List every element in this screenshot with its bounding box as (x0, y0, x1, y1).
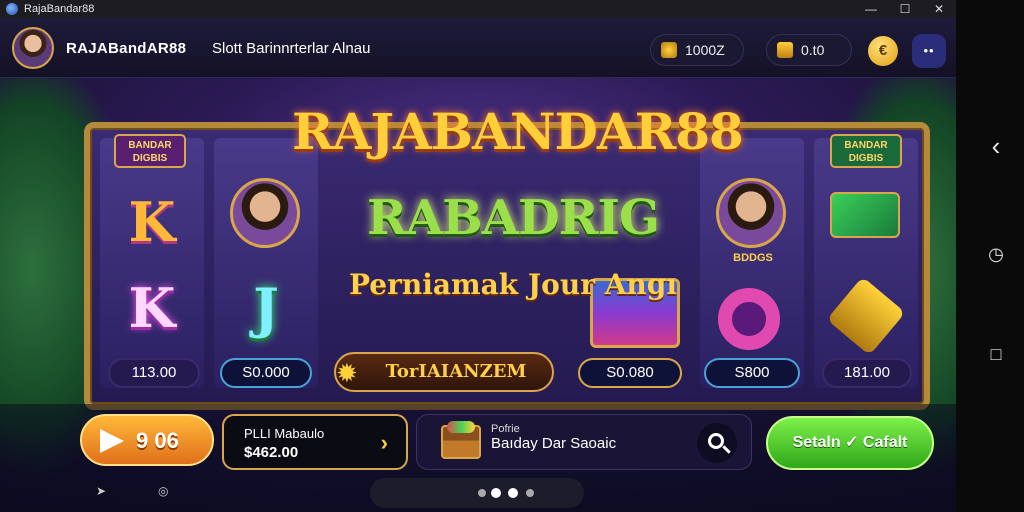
maximize-button[interactable]: ☐ (888, 0, 922, 18)
game-screen: RAJABandAR88 Slott Barinnrterlar Alnau 1… (0, 18, 956, 512)
center-banner-text: TorIAIANZEM (385, 361, 527, 382)
reel-value-2: S0.000 (220, 358, 312, 388)
window-controls: — ☐ ✕ (854, 0, 956, 18)
reel-value-4: S800 (704, 358, 800, 388)
symbol-k-top: K (128, 190, 176, 254)
reel-value-3: S0.080 (578, 358, 682, 388)
gems-icon (447, 421, 475, 433)
balance-pill-2[interactable]: 0.t0 (766, 34, 852, 66)
android-nav-bar: ‹ ◷ □ (956, 0, 1024, 512)
gold-scroll-symbol (826, 276, 906, 356)
page-dot-3[interactable] (508, 488, 518, 498)
badge-left-text: BANDAR DIGBIS (128, 140, 172, 164)
badge-right: BANDAR DIGBIS (830, 134, 902, 168)
coin-button[interactable]: € (868, 36, 898, 66)
reel-4: BDDGS (700, 138, 804, 388)
spin-button[interactable]: 9 06 (80, 414, 214, 466)
bet-info-label: PLLI Mabaulo (244, 426, 325, 441)
game-search-card[interactable]: Pofrie Baıday Dar Saoaic (416, 414, 752, 470)
page-indicator (370, 478, 584, 508)
game-title-line2: RABADRIG (367, 190, 660, 246)
center-banner: TorIAIANZEM (334, 352, 554, 392)
back-arrow-icon[interactable]: ➤ (96, 484, 106, 498)
app-icon (6, 3, 18, 15)
balance-pill-1[interactable]: 1000Z (650, 34, 744, 66)
search-icon-handle (722, 445, 731, 454)
brand-name: RAJABandAR88 (66, 40, 187, 57)
balance-2-value: 0.t0 (801, 42, 825, 58)
menu-button[interactable]: •• (912, 34, 946, 68)
page-dot-2[interactable] (491, 488, 501, 498)
game-header: RAJABandAR88 Slott Barinnrterlar Alnau 1… (0, 18, 956, 78)
chevron-right-icon: › (380, 430, 388, 455)
reel-1: BANDAR DIGBIS K K (100, 134, 204, 388)
page-dot-4[interactable] (526, 489, 534, 497)
bet-info-card[interactable]: PLLI Mabaulo $462.00 › (222, 414, 408, 470)
portrait-woman-right (716, 178, 786, 248)
trophy-icon (777, 42, 793, 58)
reel-value-1: 113.00 (108, 358, 200, 388)
page-dot-1[interactable] (478, 489, 486, 497)
badge-right-text: BANDAR DIGBIS (844, 140, 888, 164)
gem-icon (661, 42, 677, 58)
symbol-k-bottom: K (128, 276, 176, 340)
search-card-text: Baıday Dar Saoaic (491, 435, 617, 452)
header-subtitle: Slott Barinnrterlar Alnau (212, 40, 371, 57)
reel-value-5: 181.00 (822, 358, 912, 388)
symbol-j: J (253, 276, 279, 340)
portrait-woman-left (230, 178, 300, 248)
confirm-button[interactable]: Setaln ✓ Cafalt (766, 416, 934, 470)
badge-left: BANDAR DIGBIS (114, 134, 186, 168)
search-card-caption: Pofrie (491, 423, 520, 435)
nav-back-button[interactable]: ‹ (986, 133, 1006, 159)
spin-value: 9 06 (136, 428, 179, 453)
reel-2: J (214, 138, 318, 388)
window-titlebar: RajaBandar88 — ☐ ✕ (0, 0, 956, 18)
search-button[interactable] (697, 423, 737, 463)
window-title: RajaBandar88 (24, 3, 95, 15)
sun-sparkle-icon: ✹ (336, 358, 358, 388)
nav-recent-button[interactable]: ◷ (986, 244, 1006, 264)
balance-1-value: 1000Z (685, 42, 725, 58)
game-title-line1: RAJABANDAR88 (292, 102, 744, 161)
reel-5: BANDAR DIGBIS (814, 134, 918, 388)
bet-info-amount: $462.00 (244, 444, 299, 461)
nav-home-button[interactable]: □ (986, 344, 1006, 364)
emulator-frame: RajaBandar88 — ☐ ✕ RAJABandAR88 Slott Ba… (0, 0, 1024, 512)
settings-icon[interactable]: ◎ (158, 484, 168, 498)
portrait-caption: BDDGS (733, 252, 773, 264)
play-arrow-icon (100, 429, 124, 453)
game-title-line3: Perniamak Jour Angı (348, 268, 677, 301)
close-button[interactable]: ✕ (922, 0, 956, 18)
avatar[interactable] (12, 27, 54, 69)
green-chest-symbol (830, 192, 900, 238)
pink-ring-symbol (718, 288, 780, 350)
minimize-button[interactable]: — (854, 0, 888, 18)
